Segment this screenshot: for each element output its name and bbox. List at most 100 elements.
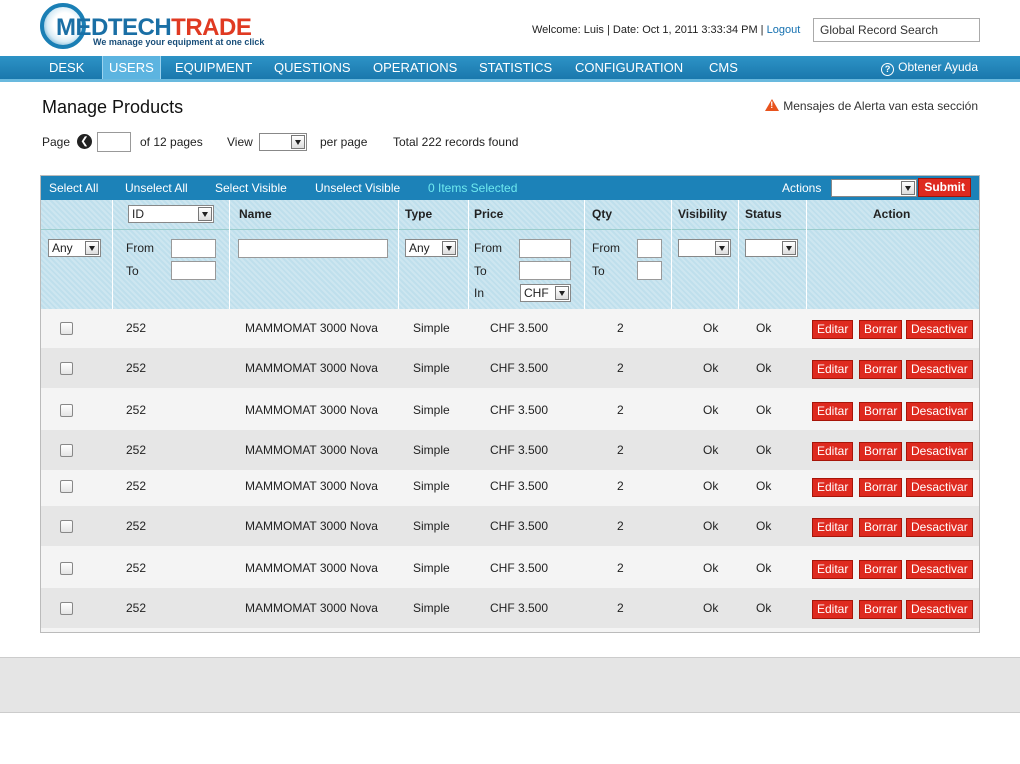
column-price[interactable]: Price <box>474 200 503 228</box>
status-filter-select[interactable] <box>745 239 798 257</box>
cell-price: CHF 3.500 <box>490 601 549 615</box>
nav-item-equipment[interactable]: EQUIPMENT <box>175 56 252 79</box>
nav-item-users[interactable]: USERS <box>102 56 161 79</box>
column-qty[interactable]: Qty <box>592 200 612 228</box>
prev-page-icon[interactable]: ❮ <box>77 134 92 149</box>
cell-visibility: Ok <box>703 561 719 575</box>
page-title: Manage Products <box>42 97 184 117</box>
delete-button[interactable]: Borrar <box>859 360 903 379</box>
delete-button[interactable]: Borrar <box>859 442 903 461</box>
deactivate-button[interactable]: Desactivar <box>906 402 973 421</box>
nav-item-desk[interactable]: DESK <box>49 56 84 79</box>
column-type[interactable]: Type <box>405 200 432 228</box>
name-filter-input[interactable] <box>238 239 388 258</box>
select-all-link[interactable]: Select All <box>49 176 98 200</box>
delete-button[interactable]: Borrar <box>859 518 903 537</box>
delete-button[interactable]: Borrar <box>859 320 903 339</box>
cell-status: Ok <box>756 321 772 335</box>
nav-item-cms[interactable]: CMS <box>709 56 738 79</box>
column-action: Action <box>873 207 911 221</box>
row-checkbox[interactable] <box>60 520 73 533</box>
id-to-input[interactable] <box>171 261 216 280</box>
type-filter-select[interactable]: Any <box>405 239 458 257</box>
table-row: 252 MAMMOMAT 3000 Nova Simple CHF 3.500 2 Ok O… <box>41 466 979 506</box>
global-search-input[interactable] <box>813 18 980 42</box>
deactivate-button[interactable]: Desactivar <box>906 478 973 497</box>
unselect-all-link[interactable]: Unselect All <box>125 176 188 200</box>
row-checkbox[interactable] <box>60 404 73 417</box>
page-number-input[interactable] <box>97 132 131 152</box>
row-checkbox[interactable] <box>60 322 73 335</box>
row-checkbox[interactable] <box>60 562 73 575</box>
qty-to-input[interactable] <box>637 261 662 280</box>
any-checkbox-filter[interactable]: Any <box>48 239 101 257</box>
row-checkbox[interactable] <box>60 480 73 493</box>
row-checkbox[interactable] <box>60 444 73 457</box>
items-selected-count: 0 Items Selected <box>428 181 518 195</box>
column-name[interactable]: Name <box>239 200 272 228</box>
cell-status: Ok <box>756 443 772 457</box>
cell-type: Simple <box>413 361 450 375</box>
cell-type: Simple <box>413 321 450 335</box>
row-checkbox[interactable] <box>60 602 73 615</box>
edit-button[interactable]: Editar <box>812 360 854 379</box>
currency-select[interactable]: CHF <box>520 284 571 302</box>
help-label: Obtener Ayuda <box>898 60 978 74</box>
edit-button[interactable]: Editar <box>812 478 854 497</box>
price-from-input[interactable] <box>519 239 571 258</box>
price-to-input[interactable] <box>519 261 571 280</box>
alert-message: ! Mensajes de Alerta van esta sección <box>765 99 978 113</box>
delete-button[interactable]: Borrar <box>859 560 903 579</box>
edit-button[interactable]: Editar <box>812 442 854 461</box>
cell-id: 252 <box>126 479 147 493</box>
qty-to-label: To <box>592 264 605 278</box>
edit-button[interactable]: Editar <box>812 320 854 339</box>
deactivate-button[interactable]: Desactivar <box>906 442 973 461</box>
nav-item-configuration[interactable]: CONFIGURATION <box>575 56 683 79</box>
delete-button[interactable]: Borrar <box>859 478 903 497</box>
deactivate-button[interactable]: Desactivar <box>906 320 973 339</box>
nav-item-statistics[interactable]: STATISTICS <box>479 56 552 79</box>
cell-price: CHF 3.500 <box>490 361 549 375</box>
select-visible-link[interactable]: Select Visible <box>215 176 287 200</box>
deactivate-button[interactable]: Desactivar <box>906 560 973 579</box>
visibility-filter-select[interactable] <box>678 239 731 257</box>
table-row: 252 MAMMOMAT 3000 Nova Simple CHF 3.500 2 Ok O… <box>41 430 979 470</box>
cell-status: Ok <box>756 601 772 615</box>
cell-visibility: Ok <box>703 519 719 533</box>
cell-name: MAMMOMAT 3000 Nova <box>245 443 378 457</box>
qty-from-label: From <box>592 241 620 255</box>
id-from-input[interactable] <box>171 239 216 258</box>
chevron-down-icon <box>555 286 569 300</box>
delete-button[interactable]: Borrar <box>859 402 903 421</box>
edit-button[interactable]: Editar <box>812 518 854 537</box>
per-page-select[interactable] <box>259 133 307 151</box>
column-visibility[interactable]: Visibility <box>678 200 727 228</box>
cell-id: 252 <box>126 601 147 615</box>
deactivate-button[interactable]: Desactivar <box>906 360 973 379</box>
cell-status: Ok <box>756 479 772 493</box>
warning-icon: ! <box>765 99 780 111</box>
cell-name: MAMMOMAT 3000 Nova <box>245 361 378 375</box>
logout-link[interactable]: Logout <box>767 24 801 36</box>
table-row: 252 MAMMOMAT 3000 Nova Simple CHF 3.500 2 Ok O… <box>41 506 979 546</box>
id-column-select[interactable]: ID <box>128 205 214 223</box>
submit-button[interactable]: Submit <box>918 178 971 197</box>
edit-button[interactable]: Editar <box>812 560 854 579</box>
help-link[interactable]: ? Obtener Ayuda <box>881 56 978 79</box>
qty-from-input[interactable] <box>637 239 662 258</box>
column-status[interactable]: Status <box>745 200 782 228</box>
unselect-visible-link[interactable]: Unselect Visible <box>315 176 400 200</box>
delete-button[interactable]: Borrar <box>859 600 903 619</box>
nav-item-questions[interactable]: QUESTIONS <box>274 56 351 79</box>
cell-qty: 2 <box>617 403 624 417</box>
edit-button[interactable]: Editar <box>812 402 854 421</box>
actions-select[interactable] <box>831 179 917 197</box>
edit-button[interactable]: Editar <box>812 600 854 619</box>
nav-item-operations[interactable]: OPERATIONS <box>373 56 457 79</box>
deactivate-button[interactable]: Desactivar <box>906 600 973 619</box>
row-checkbox[interactable] <box>60 362 73 375</box>
products-grid: Select All Unselect All Select Visible U… <box>40 175 980 633</box>
deactivate-button[interactable]: Desactivar <box>906 518 973 537</box>
logo[interactable]: MEDTECHTRADE We manage your equipment at… <box>40 3 264 51</box>
